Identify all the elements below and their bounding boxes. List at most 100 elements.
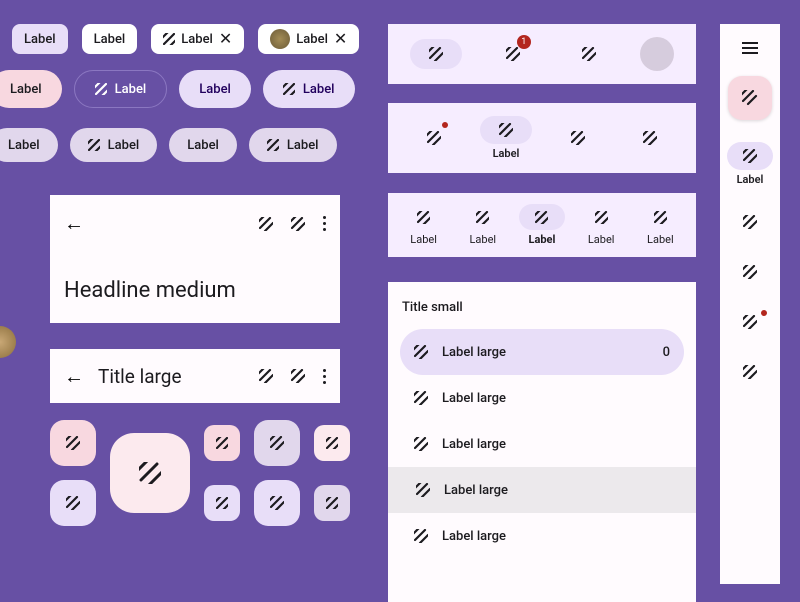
button-elevated-icon[interactable]: Label (249, 128, 337, 162)
button-label: Label (8, 138, 40, 153)
button-label: Label (303, 82, 335, 97)
button-elevated[interactable]: Label (169, 128, 237, 162)
fab-grid (50, 420, 350, 526)
nav-label: Label (410, 233, 437, 246)
placeholder-circle (640, 37, 674, 71)
action-icon[interactable] (291, 369, 305, 383)
list-label: Label large (442, 345, 506, 360)
action-icon[interactable] (259, 369, 273, 383)
button-elevated[interactable]: Label (0, 128, 58, 162)
list-label: Label large (444, 483, 508, 498)
list-count: 0 (663, 345, 670, 360)
menu-icon[interactable] (742, 42, 758, 54)
navigation-rail: Label (720, 24, 780, 584)
action-icon[interactable] (291, 217, 305, 231)
rail-item-active[interactable]: Label (727, 142, 773, 186)
button-tonal-pink[interactable]: Label (0, 70, 62, 108)
nav-item[interactable]: Label (401, 204, 447, 246)
chip-label: Label (24, 32, 56, 47)
button-label: Label (108, 138, 140, 153)
chip-input-avatar[interactable]: Label ✕ (258, 24, 359, 54)
avatar-icon (270, 29, 290, 49)
list-item[interactable]: Label large (400, 421, 684, 467)
fab-primary[interactable] (50, 420, 96, 466)
rail-item[interactable] (727, 258, 773, 286)
top-app-bar-medium: ← Headline medium (50, 195, 340, 323)
close-icon[interactable]: ✕ (334, 31, 347, 47)
fab-small[interactable] (314, 485, 350, 521)
rail-item[interactable] (727, 308, 773, 336)
buttons-row-3: Label Label Label Label (0, 128, 337, 162)
list-item-hover[interactable]: Label large (388, 467, 696, 513)
stripe-icon (88, 139, 100, 151)
navigation-bar-active-label: Label (388, 103, 696, 173)
button-label: Label (199, 82, 231, 97)
list-item[interactable]: Label large (400, 513, 684, 559)
nav-label: Label (529, 233, 556, 246)
nav-item[interactable] (552, 124, 604, 152)
nav-label: Label (469, 233, 496, 246)
nav-label: Label (493, 147, 520, 160)
back-icon[interactable]: ← (64, 211, 84, 236)
rail-item[interactable] (727, 358, 773, 386)
button-filled[interactable]: Label (74, 70, 168, 108)
avatar-icon (0, 326, 16, 358)
nav-item[interactable] (624, 124, 676, 152)
page-title: Title large (98, 365, 245, 388)
fab-tertiary[interactable] (50, 480, 96, 526)
button-label: Label (187, 138, 219, 153)
button-label: Label (115, 82, 147, 97)
rail-fab[interactable] (728, 76, 772, 120)
nav-item[interactable] (410, 39, 462, 69)
button-elevated-icon[interactable]: Label (70, 128, 158, 162)
nav-label: Label (588, 233, 615, 246)
overflow-icon[interactable] (323, 369, 326, 384)
nav-item[interactable]: Label (460, 204, 506, 246)
fab-small[interactable] (204, 425, 240, 461)
buttons-row-2: Label Label Label Label (0, 70, 355, 108)
fab-large[interactable] (110, 433, 190, 513)
nav-item[interactable]: Label (637, 204, 683, 246)
navigation-drawer: Title small Label large 0 Label large La… (388, 282, 696, 602)
chip-filter[interactable]: Label (82, 24, 138, 54)
action-icon[interactable] (259, 217, 273, 231)
fab-small[interactable] (314, 425, 350, 461)
list-label: Label large (442, 391, 506, 406)
chip-assist[interactable]: Label (12, 24, 68, 54)
chip-label: Label (296, 32, 328, 47)
close-icon[interactable]: ✕ (219, 31, 232, 47)
fab-small[interactable] (204, 485, 240, 521)
back-icon[interactable]: ← (64, 364, 84, 389)
nav-item[interactable]: Label (578, 204, 624, 246)
badge-count: 1 (517, 35, 531, 49)
stripe-icon (95, 83, 107, 95)
list-item[interactable]: Label large (400, 375, 684, 421)
button-tonal-icon[interactable]: Label (263, 70, 355, 108)
rail-label: Label (737, 173, 764, 186)
chip-input[interactable]: Label ✕ (151, 24, 244, 54)
nav-item-active[interactable]: Label (519, 204, 565, 246)
nav-item[interactable] (408, 124, 460, 152)
button-tonal[interactable]: Label (179, 70, 251, 108)
fab-tertiary[interactable] (254, 480, 300, 526)
rail-item[interactable] (727, 208, 773, 236)
page-title: Headline medium (64, 278, 326, 303)
stripe-icon (267, 139, 279, 151)
list-label: Label large (442, 437, 506, 452)
navigation-bar-labels: Label Label Label Label Label (388, 193, 696, 257)
overflow-icon[interactable] (323, 216, 326, 231)
nav-item-active[interactable]: Label (480, 116, 532, 160)
badge-dot (442, 122, 448, 128)
nav-item[interactable] (563, 39, 615, 69)
nav-label: Label (647, 233, 674, 246)
section-title: Title small (402, 300, 682, 315)
navigation-bar-icons: 1 (388, 24, 696, 84)
chips-row: Label Label Label ✕ Label ✕ (12, 24, 359, 54)
list-item-selected[interactable]: Label large 0 (400, 329, 684, 375)
fab-secondary[interactable] (254, 420, 300, 466)
list-label: Label large (442, 529, 506, 544)
badge-dot (761, 310, 767, 316)
chip-label: Label (181, 32, 213, 47)
nav-item[interactable]: 1 (487, 39, 539, 69)
stripe-icon (163, 33, 175, 45)
